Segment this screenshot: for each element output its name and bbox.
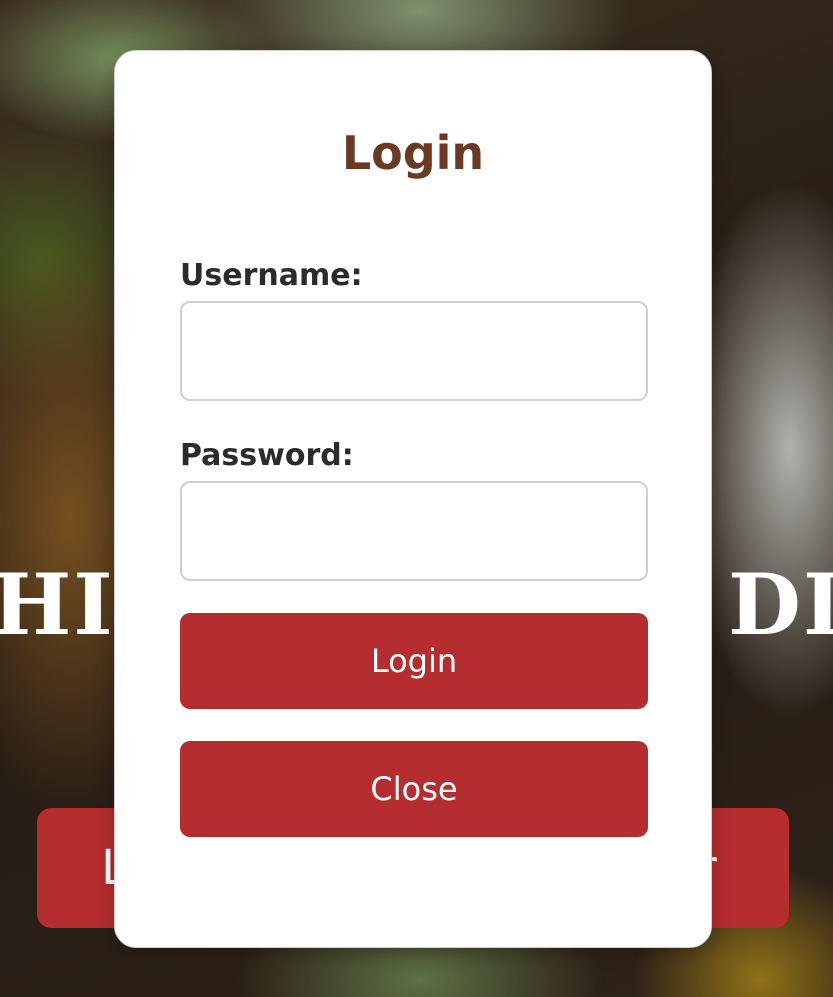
close-button[interactable]: Close: [180, 741, 648, 837]
modal-title: Login: [341, 126, 485, 180]
username-input[interactable]: [180, 301, 648, 401]
page: HID DI L r Login Username: Password: Log…: [0, 0, 833, 997]
login-modal: Login Username: Password: Login Close: [114, 50, 712, 948]
password-input[interactable]: [180, 481, 648, 581]
username-label: Username:: [180, 258, 363, 293]
login-button[interactable]: Login: [180, 613, 648, 709]
password-label: Password:: [180, 438, 354, 473]
background-title-right: DI: [728, 555, 833, 654]
